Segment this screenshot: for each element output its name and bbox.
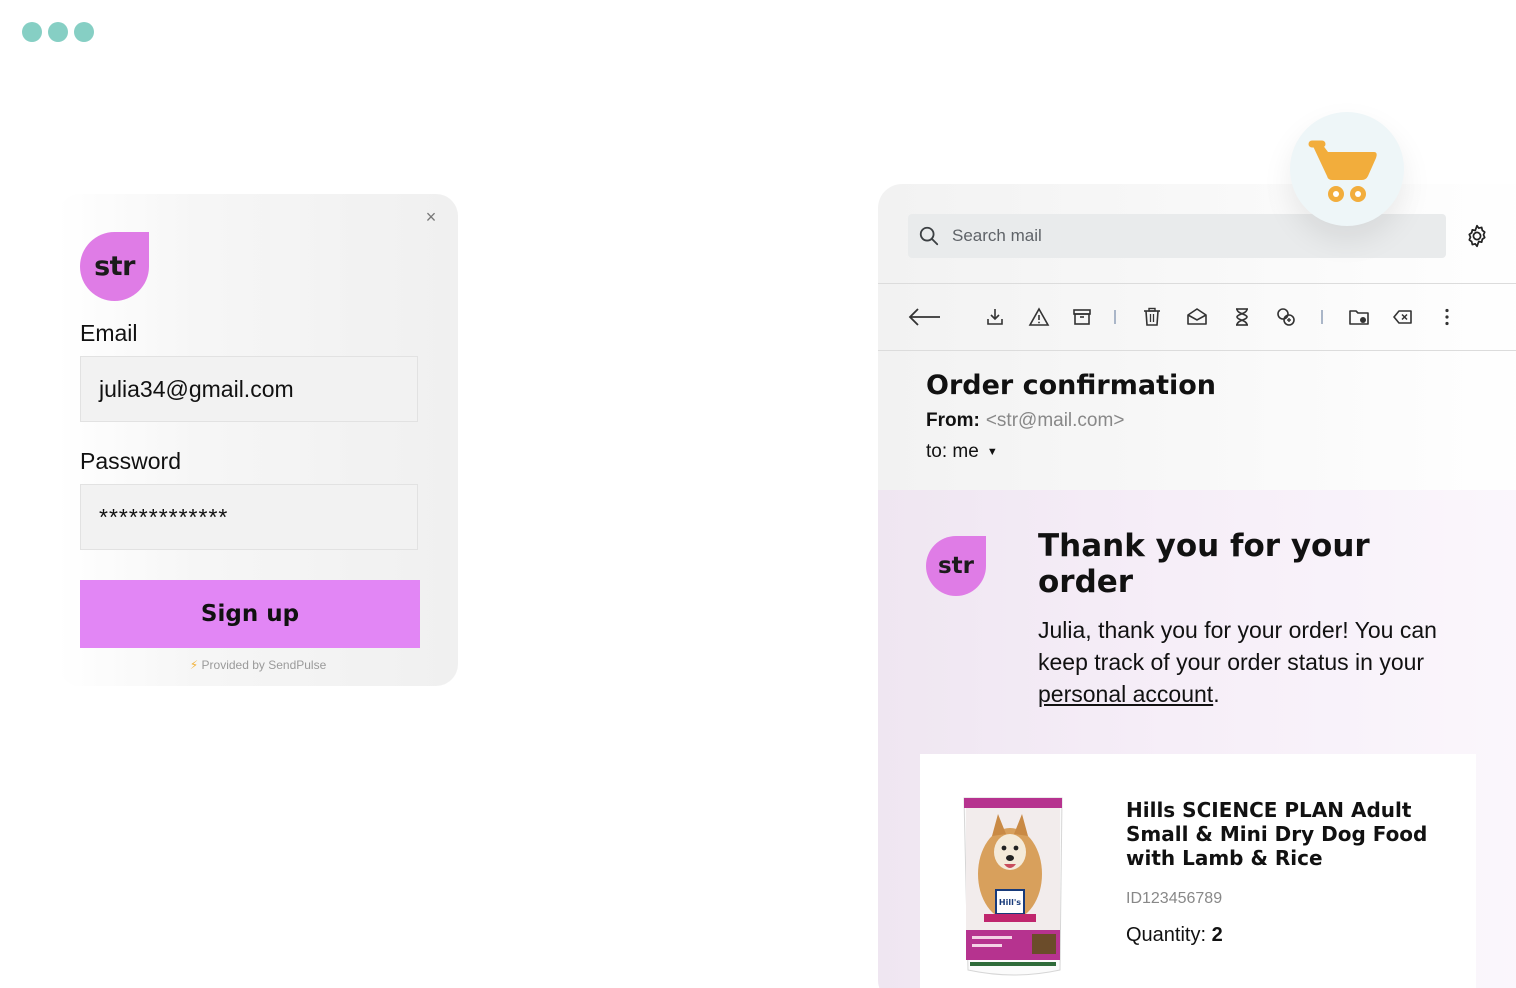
provided-by[interactable]: ⚡ Provided by SendPulse [58, 658, 458, 672]
mark-read-icon[interactable] [1186, 306, 1208, 328]
window-dot-1[interactable] [22, 22, 42, 42]
password-label: Password [80, 448, 181, 474]
dog-food-bag-image: Hill's [963, 797, 1063, 976]
email-subject: Order confirmation [926, 370, 1217, 401]
toolbar-separator [1321, 310, 1323, 324]
close-icon[interactable]: × [420, 206, 442, 228]
svg-text:Hill's: Hill's [999, 898, 1021, 907]
quantity-label: Quantity: [1126, 924, 1207, 946]
product-title: Hills SCIENCE PLAN Adult Small & Mini Dr… [1126, 798, 1428, 870]
product-card: Hill's Hills SCIENCE PLAN Adult Small & … [920, 754, 1476, 988]
cart-badge [1290, 112, 1404, 226]
window-controls [22, 22, 94, 42]
divider [878, 283, 1516, 284]
thank-you-punct: . [1213, 681, 1220, 707]
snooze-icon[interactable] [1231, 306, 1253, 328]
from-label: From: [926, 410, 980, 431]
chevron-down-icon[interactable]: ▼ [987, 446, 998, 458]
email-body: str Thank you for your order Julia, than… [878, 490, 1516, 988]
thank-you-message: Julia, thank you for your order! You can… [1038, 617, 1437, 675]
brand-logo: str [926, 536, 986, 596]
report-spam-icon[interactable] [1028, 306, 1050, 328]
to-text: to: me [926, 441, 979, 462]
download-icon[interactable] [984, 306, 1006, 328]
search-input[interactable]: Search mail [952, 226, 1042, 246]
archive-icon[interactable] [1071, 306, 1093, 328]
window-dot-3[interactable] [74, 22, 94, 42]
sign-up-button[interactable]: Sign up [80, 580, 420, 648]
delete-icon[interactable] [1141, 306, 1163, 328]
product-quantity: Quantity: 2 [1126, 924, 1223, 947]
bolt-icon: ⚡ [189, 658, 199, 672]
password-field[interactable]: ************* [80, 484, 418, 550]
brand-logo: str [80, 232, 149, 301]
thank-you-heading: Thank you for your order [1038, 528, 1370, 600]
search-icon [919, 226, 939, 246]
back-arrow-icon[interactable] [908, 306, 942, 328]
personal-account-link[interactable]: personal account [1038, 681, 1213, 707]
divider [878, 350, 1516, 351]
email-field[interactable]: julia34@gmail.com [80, 356, 418, 422]
move-to-icon[interactable] [1348, 306, 1370, 328]
page: × str Email julia34@gmail.com Password *… [0, 0, 1516, 988]
gear-icon[interactable] [1464, 223, 1490, 249]
provided-by-text: Provided by SendPulse [201, 658, 327, 672]
product-id: ID123456789 [1126, 890, 1223, 907]
more-icon[interactable] [1436, 306, 1458, 328]
signup-form: × str Email julia34@gmail.com Password *… [58, 194, 458, 686]
from-address: <str@mail.com> [985, 410, 1125, 431]
mail-toolbar [908, 302, 1468, 334]
email-to[interactable]: to: me ▼ [926, 441, 998, 463]
label-icon[interactable] [1392, 306, 1414, 328]
thank-you-text: Julia, thank you for your order! You can… [1038, 614, 1438, 710]
quantity-value: 2 [1211, 924, 1223, 946]
email-from: From: <str@mail.com> [926, 410, 1124, 432]
add-task-icon[interactable] [1275, 306, 1297, 328]
email-client: Search mail Order confirmation From: <st… [878, 184, 1516, 988]
toolbar-separator [1114, 310, 1116, 324]
cart-icon [1308, 140, 1377, 202]
email-label: Email [80, 320, 138, 346]
window-dot-2[interactable] [48, 22, 68, 42]
